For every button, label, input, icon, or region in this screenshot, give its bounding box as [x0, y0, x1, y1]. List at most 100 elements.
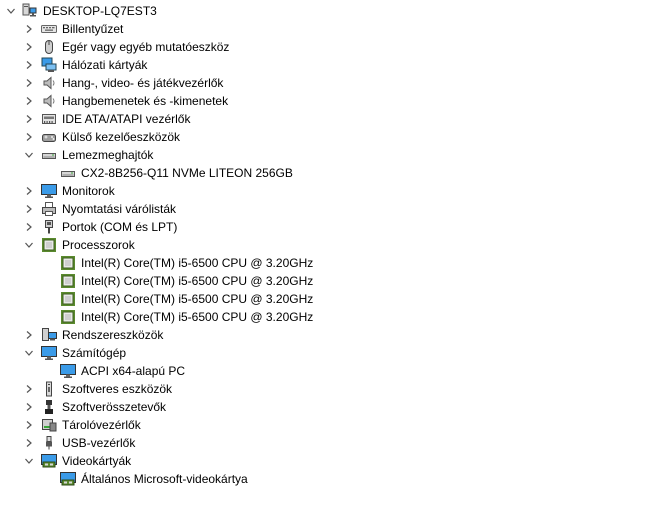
- chevron-right-icon[interactable]: [24, 132, 34, 142]
- tree-node-label: Intel(R) Core(TM) i5-6500 CPU @ 3.20GHz: [81, 256, 314, 270]
- processor-icon: [60, 255, 76, 271]
- tree-category-lemezmeghajtok[interactable]: Lemezmeghajtók: [0, 146, 670, 164]
- chevron-right-icon[interactable]: [24, 96, 34, 106]
- tree-category-halozati-kartyak[interactable]: Hálózati kártyák: [0, 56, 670, 74]
- ide-controller-icon: [41, 111, 57, 127]
- chevron-right-icon[interactable]: [24, 402, 34, 412]
- tree-category-processzorok[interactable]: Processzorok: [0, 236, 670, 254]
- tree-device-item[interactable]: ACPI x64-alapú PC: [0, 362, 670, 380]
- tree-node-label: Portok (COM és LPT): [62, 220, 178, 234]
- display-adapter-icon: [60, 471, 76, 487]
- tree-category-rendszereszkozok[interactable]: Rendszereszközök: [0, 326, 670, 344]
- device-tree[interactable]: DESKTOP-LQ7EST3 Billentyűzet Egér vagy egy…: [0, 0, 670, 529]
- chevron-right-icon[interactable]: [24, 24, 34, 34]
- software-device-icon: [41, 381, 57, 397]
- tree-node-label: Hangbemenetek és -kimenetek: [62, 94, 229, 108]
- chevron-right-icon[interactable]: [24, 78, 34, 88]
- tree-category-billentyuzet[interactable]: Billentyűzet: [0, 20, 670, 38]
- tree-category-hang-video-es-jatekvezerlok[interactable]: Hang-, video- és játékvezérlők: [0, 74, 670, 92]
- chevron-right-icon[interactable]: [24, 420, 34, 430]
- tree-node-label: Tárolóvezérlők: [62, 418, 141, 432]
- tree-node-label: Monitorok: [62, 184, 115, 198]
- monitor-icon: [41, 345, 57, 361]
- tree-node-label: Rendszereszközök: [62, 328, 164, 342]
- disk-drive-icon: [41, 147, 57, 163]
- tree-node-label: Intel(R) Core(TM) i5-6500 CPU @ 3.20GHz: [81, 310, 314, 324]
- tree-node-label: Általános Microsoft-videokártya: [81, 472, 248, 486]
- tree-node-label: Szoftverösszetevők: [62, 400, 167, 414]
- computer-icon: [21, 3, 37, 19]
- tree-category-usb-vezerlok[interactable]: USB-vezérlők: [0, 434, 670, 452]
- mouse-icon: [41, 39, 57, 55]
- port-icon: [41, 219, 57, 235]
- tree-node-label: Hang-, video- és játékvezérlők: [62, 76, 224, 90]
- chevron-down-icon[interactable]: [24, 150, 34, 160]
- tree-device-item[interactable]: Intel(R) Core(TM) i5-6500 CPU @ 3.20GHz: [0, 272, 670, 290]
- monitor-icon: [60, 363, 76, 379]
- display-adapter-icon: [41, 453, 57, 469]
- tree-node-label: Szoftveres eszközök: [62, 382, 173, 396]
- tree-device-item[interactable]: Intel(R) Core(TM) i5-6500 CPU @ 3.20GHz: [0, 308, 670, 326]
- tree-node-label: ACPI x64-alapú PC: [81, 364, 186, 378]
- tree-node-label: Intel(R) Core(TM) i5-6500 CPU @ 3.20GHz: [81, 292, 314, 306]
- processor-icon: [60, 273, 76, 289]
- tree-device-item[interactable]: Intel(R) Core(TM) i5-6500 CPU @ 3.20GHz: [0, 290, 670, 308]
- system-devices-icon: [41, 327, 57, 343]
- tree-category-ide-ata-atapi-vezerlok[interactable]: IDE ATA/ATAPI vezérlők: [0, 110, 670, 128]
- software-component-icon: [41, 399, 57, 415]
- chevron-right-icon[interactable]: [24, 384, 34, 394]
- tree-category-szoftveres-eszkozok[interactable]: Szoftveres eszközök: [0, 380, 670, 398]
- chevron-right-icon[interactable]: [24, 204, 34, 214]
- network-adapter-icon: [41, 57, 57, 73]
- chevron-right-icon[interactable]: [24, 186, 34, 196]
- tree-node-label: USB-vezérlők: [62, 436, 136, 450]
- chevron-right-icon[interactable]: [24, 330, 34, 340]
- tree-node-label: Lemezmeghajtók: [62, 148, 154, 162]
- chevron-right-icon[interactable]: [24, 438, 34, 448]
- speaker-icon: [41, 75, 57, 91]
- tree-node-label: Egér vagy egyéb mutatóeszköz: [62, 40, 230, 54]
- tree-category-hangbemenetek-es-kimenetek[interactable]: Hangbemenetek és -kimenetek: [0, 92, 670, 110]
- processor-icon: [60, 291, 76, 307]
- tree-category-szoftverosszetevok[interactable]: Szoftverösszetevők: [0, 398, 670, 416]
- tree-device-item[interactable]: CX2-8B256-Q11 NVMe LITEON 256GB: [0, 164, 670, 182]
- chevron-down-icon[interactable]: [24, 456, 34, 466]
- keyboard-icon: [41, 21, 57, 37]
- speaker-icon: [41, 93, 57, 109]
- tree-node-label: Processzorok: [62, 238, 135, 252]
- storage-controller-icon: [41, 417, 57, 433]
- chevron-down-icon[interactable]: [6, 6, 16, 16]
- tree-category-szamitogep[interactable]: Számítógép: [0, 344, 670, 362]
- tree-category-eger-vagy-egyeb-mutatoeszkoz[interactable]: Egér vagy egyéb mutatóeszköz: [0, 38, 670, 56]
- tree-node-label: DESKTOP-LQ7EST3: [43, 4, 157, 18]
- processor-icon: [41, 237, 57, 253]
- tree-node-label: Videokártyák: [62, 454, 132, 468]
- chevron-right-icon[interactable]: [24, 114, 34, 124]
- chevron-down-icon[interactable]: [24, 240, 34, 250]
- tree-category-nyomtatasi-varolistak[interactable]: Nyomtatási várólisták: [0, 200, 670, 218]
- tree-device-item[interactable]: Intel(R) Core(TM) i5-6500 CPU @ 3.20GHz: [0, 254, 670, 272]
- printer-icon: [41, 201, 57, 217]
- tree-root[interactable]: DESKTOP-LQ7EST3: [0, 2, 670, 20]
- tree-category-portok-com-es-lpt[interactable]: Portok (COM és LPT): [0, 218, 670, 236]
- tree-category-kulso-kezeloeszkozok[interactable]: Külső kezelőeszközök: [0, 128, 670, 146]
- processor-icon: [60, 309, 76, 325]
- chevron-right-icon[interactable]: [24, 60, 34, 70]
- tree-node-label: CX2-8B256-Q11 NVMe LITEON 256GB: [81, 166, 293, 180]
- tree-node-label: Számítógép: [62, 346, 127, 360]
- tree-node-label: Külső kezelőeszközök: [62, 130, 181, 144]
- chevron-right-icon[interactable]: [24, 222, 34, 232]
- tree-category-tarolovezerlok[interactable]: Tárolóvezérlők: [0, 416, 670, 434]
- tree-device-item[interactable]: Általános Microsoft-videokártya: [0, 470, 670, 488]
- tree-node-label: Hálózati kártyák: [62, 58, 148, 72]
- chevron-down-icon[interactable]: [24, 348, 34, 358]
- monitor-icon: [41, 183, 57, 199]
- tree-node-label: IDE ATA/ATAPI vezérlők: [62, 112, 191, 126]
- usb-icon: [41, 435, 57, 451]
- tree-node-label: Billentyűzet: [62, 22, 124, 36]
- tree-node-label: Nyomtatási várólisták: [62, 202, 177, 216]
- hid-device-icon: [41, 129, 57, 145]
- tree-category-videokartyak[interactable]: Videokártyák: [0, 452, 670, 470]
- chevron-right-icon[interactable]: [24, 42, 34, 52]
- tree-category-monitorok[interactable]: Monitorok: [0, 182, 670, 200]
